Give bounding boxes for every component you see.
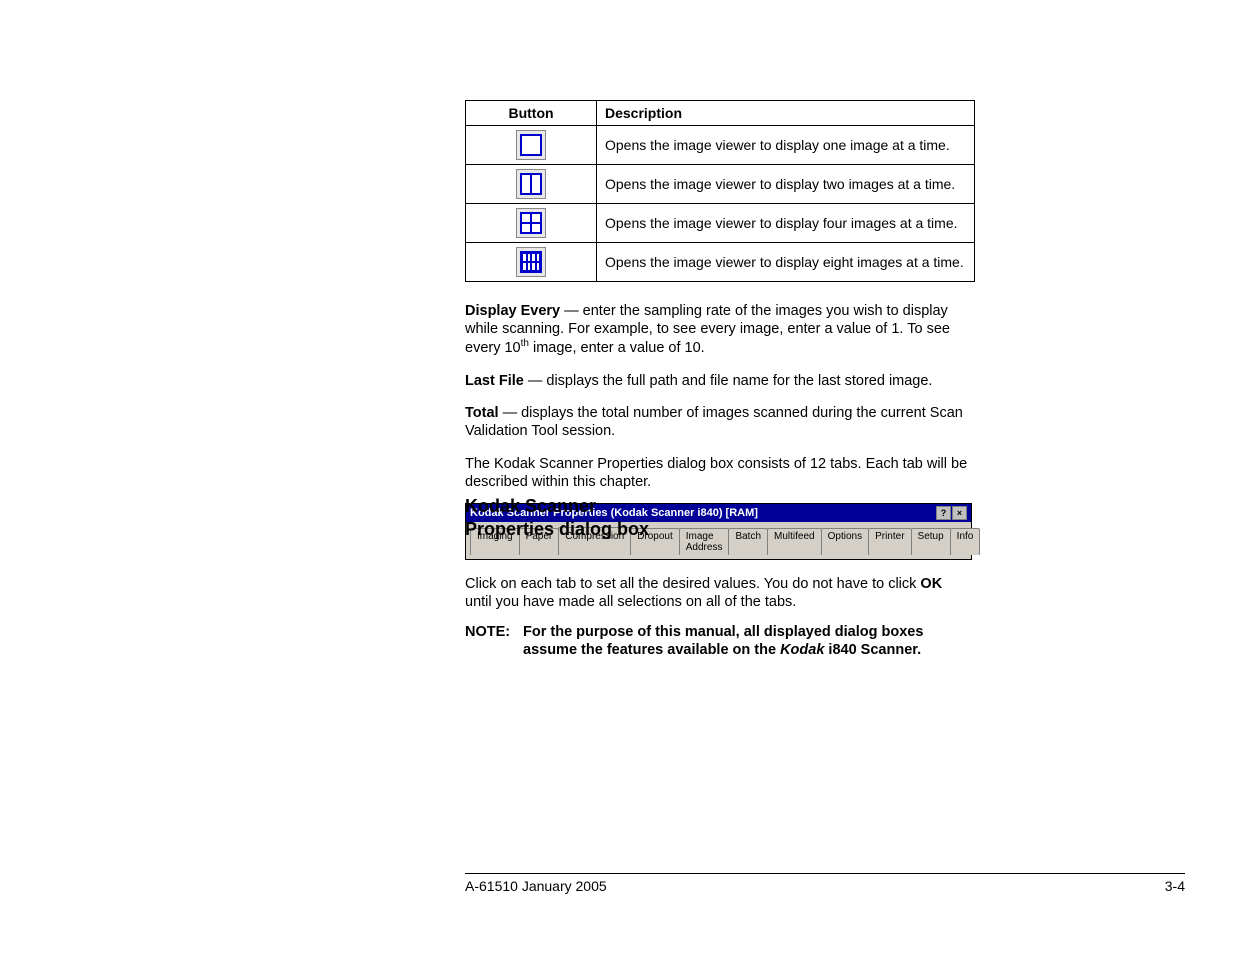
main-content: Button Description Opens the image viewe… [465, 100, 1190, 659]
section-heading: Kodak Scanner Properties dialog box [465, 495, 655, 540]
one-image-icon [516, 130, 546, 160]
table-row: Opens the image viewer to display one im… [466, 126, 975, 165]
tab-options: Options [821, 528, 869, 555]
footer-left: A-61510 January 2005 [465, 878, 607, 894]
footer-right: 3-4 [1165, 878, 1185, 894]
desc-cell: Opens the image viewer to display one im… [597, 126, 975, 165]
desc-cell: Opens the image viewer to display eight … [597, 243, 975, 282]
help-icon: ? [936, 506, 951, 520]
last-file-label: Last File [465, 373, 524, 389]
desc-cell: Opens the image viewer to display four i… [597, 204, 975, 243]
click-text-para: Click on each tab to set all the desired… [465, 575, 970, 611]
total-para: Total — displays the total number of ima… [465, 404, 970, 440]
page-footer: A-61510 January 2005 3-4 [465, 873, 1185, 894]
note-label: NOTE: [465, 623, 523, 659]
button-description-table: Button Description Opens the image viewe… [465, 100, 975, 282]
tab-multifeed: Multifeed [767, 528, 822, 555]
note-para: NOTE: For the purpose of this manual, al… [465, 623, 970, 659]
desc-cell: Opens the image viewer to display two im… [597, 165, 975, 204]
close-icon: × [952, 506, 967, 520]
display-every-label: Display Every [465, 303, 560, 319]
last-file-para: Last File — displays the full path and f… [465, 372, 970, 390]
table-row: Opens the image viewer to display four i… [466, 204, 975, 243]
total-label: Total [465, 405, 499, 421]
tab-printer: Printer [868, 528, 911, 555]
display-every-para: Display Every — enter the sampling rate … [465, 302, 970, 357]
tab-info: Info [950, 528, 981, 555]
header-description: Description [597, 101, 975, 126]
intro-para: The Kodak Scanner Properties dialog box … [465, 455, 970, 491]
four-image-icon [516, 208, 546, 238]
header-button: Button [466, 101, 597, 126]
tab-setup: Setup [911, 528, 951, 555]
tab-batch: Batch [728, 528, 768, 555]
two-image-icon [516, 169, 546, 199]
eight-image-icon [516, 247, 546, 277]
table-row: Opens the image viewer to display two im… [466, 165, 975, 204]
tab-image-address: Image Address [679, 528, 730, 555]
table-row: Opens the image viewer to display eight … [466, 243, 975, 282]
